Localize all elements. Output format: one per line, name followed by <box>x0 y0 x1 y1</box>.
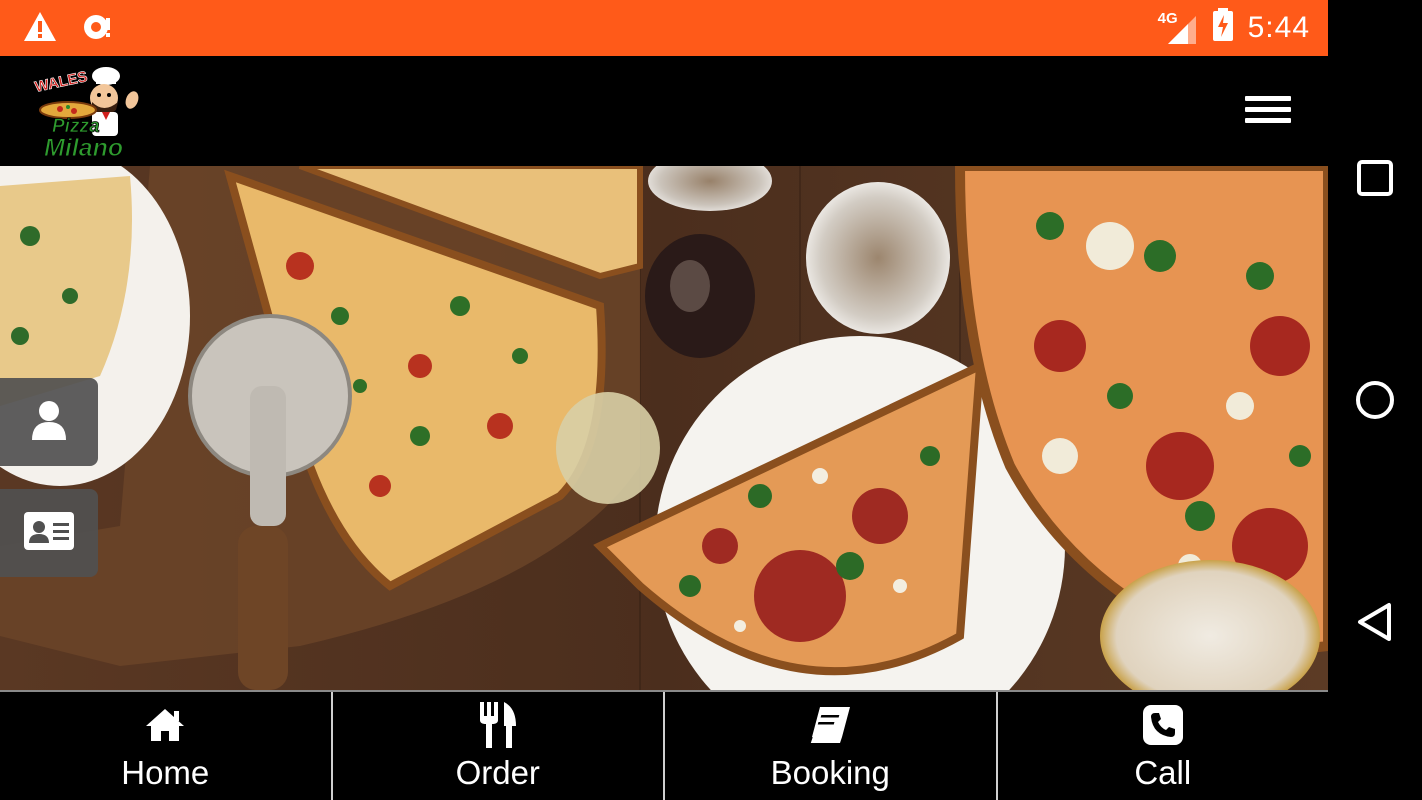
phone-icon <box>1142 704 1183 746</box>
logo-bottom-text: Milano <box>44 134 123 162</box>
nav-booking-label: Booking <box>770 754 890 791</box>
hamburger-menu-icon[interactable] <box>1240 96 1296 130</box>
fork-knife-icon <box>478 702 518 748</box>
contact-card-icon <box>23 511 75 556</box>
user-button[interactable] <box>0 378 98 466</box>
book-icon <box>808 704 852 746</box>
nav-call[interactable]: Call <box>998 692 1329 800</box>
status-bar: 4G 5:44 <box>0 0 1328 56</box>
contact-card-button[interactable] <box>0 489 98 577</box>
app-screen: 4G 5:44 WALES Pizza Milano Home Order Bo… <box>0 0 1328 800</box>
bottom-nav: Home Order Booking Call <box>0 690 1328 800</box>
recents-icon[interactable] <box>1355 158 1395 198</box>
nav-home-label: Home <box>121 754 210 791</box>
battery-charging-icon <box>1212 8 1234 47</box>
home-circle-icon[interactable] <box>1355 380 1395 420</box>
nav-order-label: Order <box>455 754 540 791</box>
app-header: WALES Pizza Milano <box>0 56 1328 166</box>
warning-icon <box>22 10 58 49</box>
clock: 5:44 <box>1247 10 1310 44</box>
android-nav-bar <box>1328 0 1422 800</box>
notification-icon <box>80 10 116 49</box>
home-icon <box>144 704 186 746</box>
logo[interactable]: WALES Pizza Milano <box>28 60 148 164</box>
nav-call-label: Call <box>1134 754 1192 791</box>
nav-booking[interactable]: Booking <box>665 692 998 800</box>
back-icon[interactable] <box>1355 602 1395 642</box>
signal-icon: 4G <box>1158 10 1198 46</box>
nav-home[interactable]: Home <box>0 692 333 800</box>
nav-order[interactable]: Order <box>333 692 665 800</box>
user-icon <box>31 400 67 445</box>
logo-top-text: WALES <box>33 68 89 96</box>
hero-image <box>0 166 1328 690</box>
